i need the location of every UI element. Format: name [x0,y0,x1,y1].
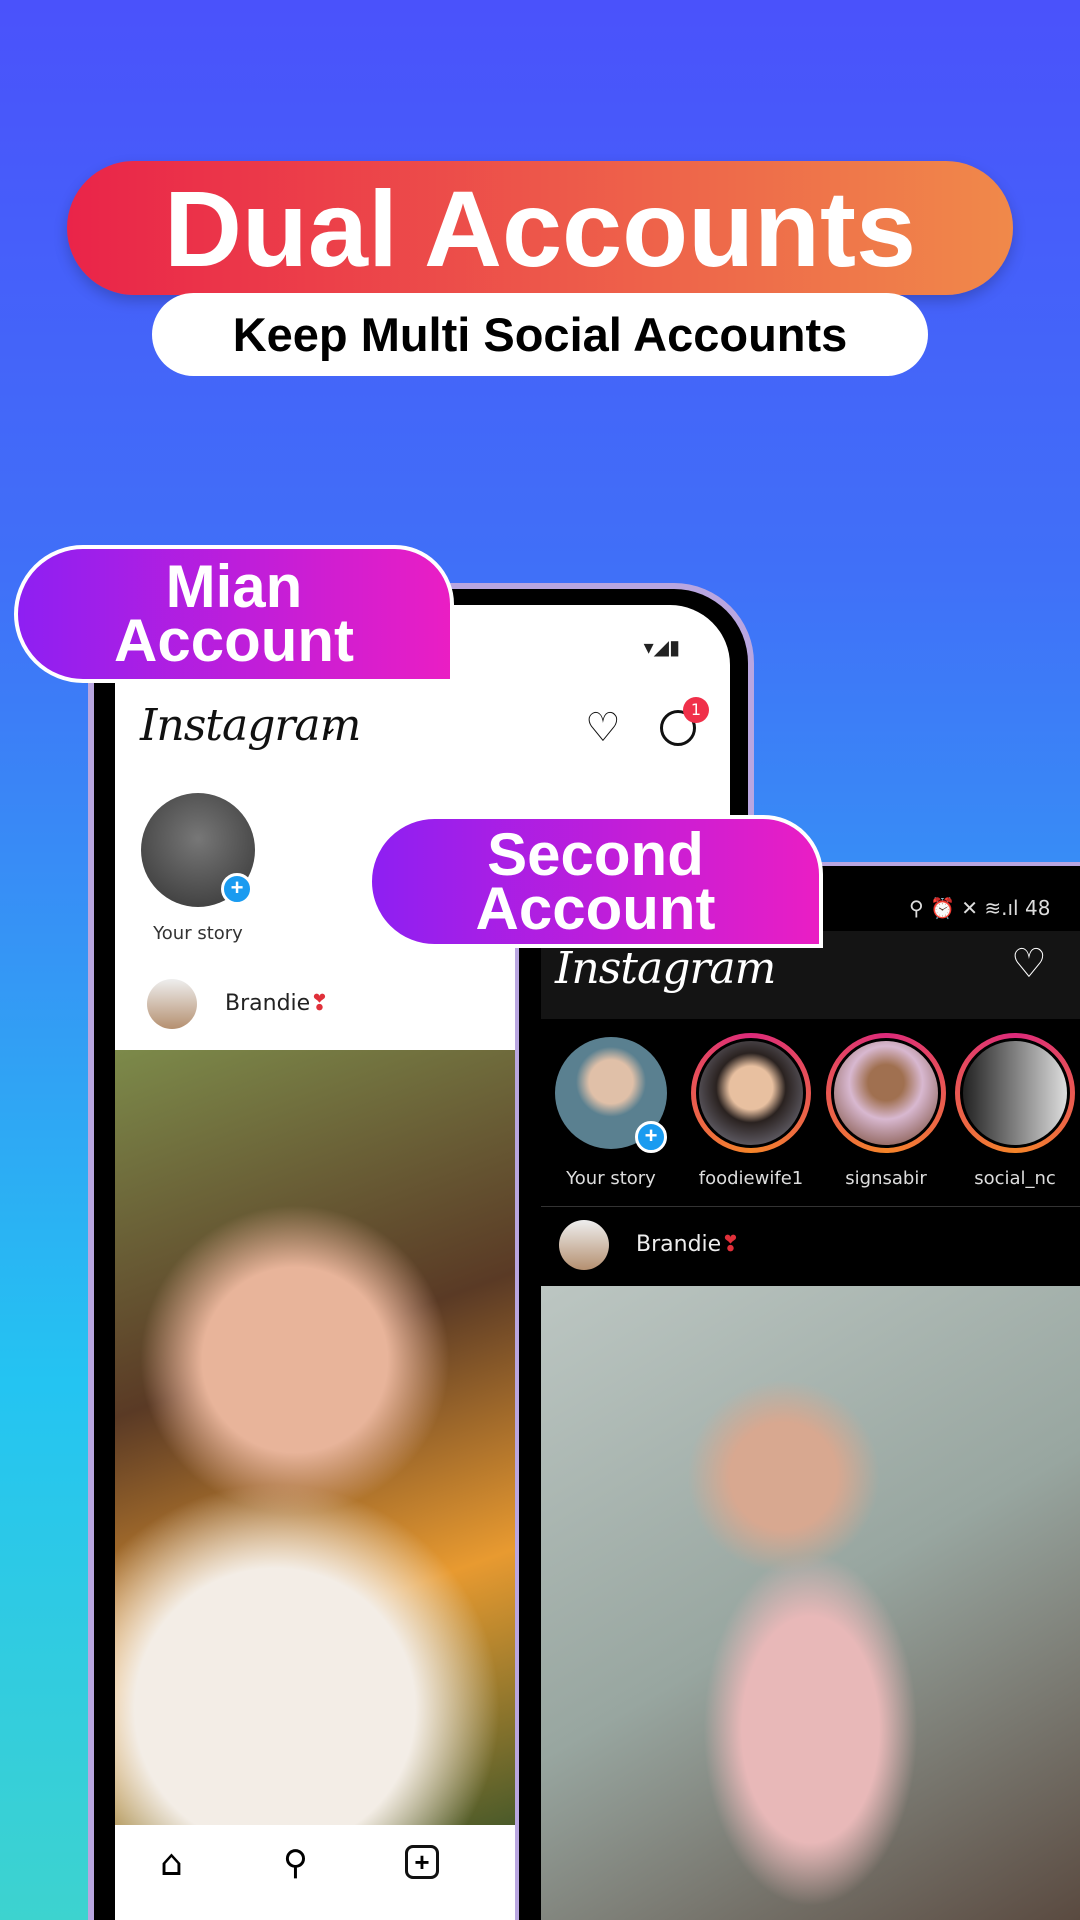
chevron-down-icon[interactable]: ⌄ [320,715,338,740]
story-foodiewife1[interactable] [691,1033,811,1153]
post-image [541,1286,1080,1920]
subtitle-banner: Keep Multi Social Accounts [152,293,928,376]
your-story-label: Your story [153,923,243,944]
story-label: signsabir [845,1168,927,1189]
divider [541,1206,1080,1207]
story-label: Your story [566,1168,656,1189]
story-label: foodiewife1 [698,1168,804,1189]
status-icons: ⚲ ⏰ ✕ ≋.ıl 48 [909,896,1051,920]
heart-icon[interactable]: ♡ [1011,941,1047,987]
title-banner: Dual Accounts [67,161,1013,295]
search-icon[interactable]: ⚲ [283,1843,308,1883]
story-social[interactable] [955,1033,1075,1153]
post-avatar[interactable] [147,979,197,1029]
story-label: social_nc [974,1168,1056,1189]
main-account-badge: Mian Account [14,545,454,683]
heart-emoji: ❣ [721,1232,740,1257]
post-username[interactable]: Brandie [225,991,310,1016]
add-story-plus-icon[interactable]: + [221,873,253,905]
post-avatar[interactable] [559,1220,609,1270]
add-icon[interactable]: + [405,1845,439,1879]
instagram-logo[interactable]: Instagram [555,943,776,994]
story-signsabir[interactable] [826,1033,946,1153]
status-icons: ▾◢▮ [643,635,680,659]
add-story-plus-icon[interactable]: + [635,1121,667,1153]
heart-icon[interactable]: ♡ [585,705,621,751]
second-account-badge: Second Account [368,815,823,948]
messenger-badge: 1 [683,697,709,723]
post-image [115,1050,515,1825]
post-username[interactable]: Brandie [636,1232,721,1257]
heart-emoji: ❣ [310,991,329,1016]
home-icon[interactable]: ⌂ [160,1843,183,1884]
second-phone-frame: ⚲ ⏰ ✕ ≋.ıl 48 Instagram ♡ + Your story f… [515,862,1080,1920]
